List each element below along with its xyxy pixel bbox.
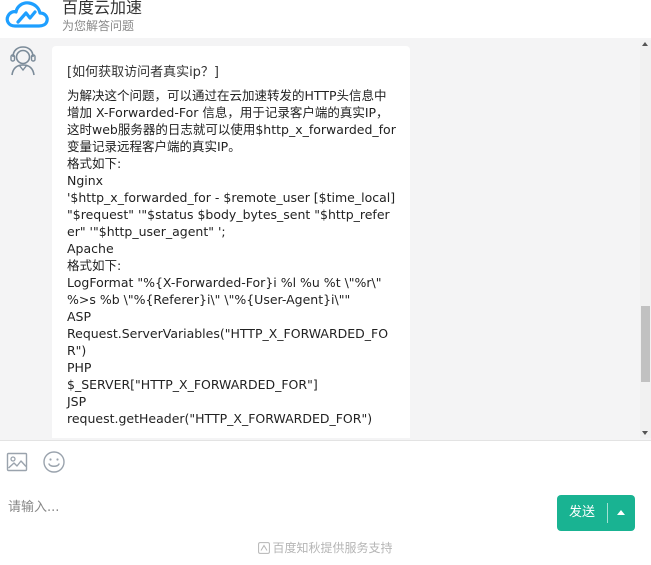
send-button[interactable]: 发送 xyxy=(557,495,607,531)
image-icon[interactable] xyxy=(6,451,28,473)
answer-line: 为解决这个问题，可以通过在云加速转发的HTTP头信息中增加 X-Forwarde… xyxy=(67,88,396,154)
baidu-cloud-logo-icon xyxy=(5,1,49,28)
answer-line: Request.ServerVariables("HTTP_X_FORWARDE… xyxy=(67,326,389,358)
message-input[interactable] xyxy=(8,495,528,519)
answer-line: LogFormat "%{X-Forwarded-For}i %l %u %t … xyxy=(67,275,386,307)
send-button-group: 发送 xyxy=(557,495,635,531)
scroll-up-arrow-icon[interactable] xyxy=(642,42,648,46)
message-question-link[interactable]: [如何获取访问者真实ip？] xyxy=(67,64,396,81)
answer-line: 格式如下: xyxy=(67,156,122,171)
chat-scrollbar[interactable] xyxy=(640,40,651,438)
chat-header: 百度云加速 为您解答问题 xyxy=(0,0,651,38)
bot-avatar-icon xyxy=(10,46,36,76)
send-options-button[interactable] xyxy=(608,495,635,531)
answer-line: Apache xyxy=(67,241,114,256)
baidu-zhiqiu-logo-icon xyxy=(258,542,271,554)
caret-up-icon xyxy=(617,510,625,515)
emoji-icon[interactable] xyxy=(42,450,66,474)
message-composer: 发送 百度知秋提供服务支持 xyxy=(0,441,651,565)
answer-line: ASP xyxy=(67,309,92,324)
message-answer: 为解决这个问题，可以通过在云加速转发的HTTP头信息中增加 X-Forwarde… xyxy=(67,87,396,427)
answer-line: request.getHeader("HTTP_X_FORWARDED_FOR"… xyxy=(67,411,373,426)
answer-line: Nginx xyxy=(67,173,104,188)
scrollbar-thumb[interactable] xyxy=(641,306,650,382)
answer-line: $_SERVER["HTTP_X_FORWARDED_FOR"] xyxy=(67,377,318,392)
answer-line: 格式如下: xyxy=(67,258,122,273)
scroll-down-arrow-icon[interactable] xyxy=(642,431,648,435)
header-title: 百度云加速 xyxy=(62,0,143,17)
answer-line: '$http_x_forwarded_for - $remote_user [$… xyxy=(67,190,400,239)
chat-history[interactable]: [如何获取访问者真实ip？] 为解决这个问题，可以通过在云加速转发的HTTP头信… xyxy=(0,40,640,438)
answer-line: PHP xyxy=(67,360,92,375)
bot-message-bubble: [如何获取访问者真实ip？] 为解决这个问题，可以通过在云加速转发的HTTP头信… xyxy=(52,46,410,438)
footer-powered-by: 百度知秋提供服务支持 xyxy=(0,541,651,555)
header-subtitle: 为您解答问题 xyxy=(62,19,135,33)
footer-text: 百度知秋提供服务支持 xyxy=(272,541,393,555)
answer-line: JSP xyxy=(67,394,87,409)
